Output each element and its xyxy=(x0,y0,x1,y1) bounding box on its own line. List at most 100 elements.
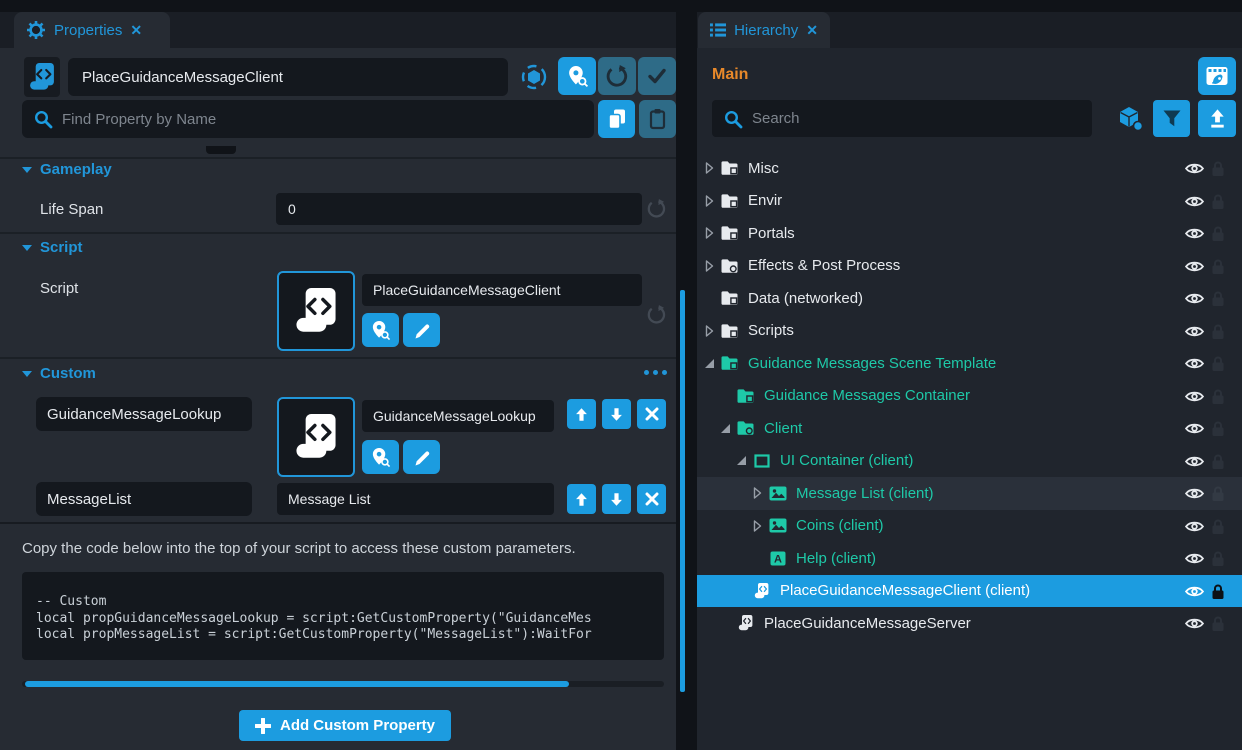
visibility-eye-icon[interactable] xyxy=(1185,455,1204,472)
visibility-eye-icon[interactable] xyxy=(1185,357,1204,374)
tree-row[interactable]: Coins (client) xyxy=(697,510,1242,543)
reset-properties-button[interactable] xyxy=(598,57,636,95)
tree-row[interactable]: Guidance Messages Scene Template xyxy=(697,347,1242,380)
more-options-icon[interactable] xyxy=(644,370,667,375)
tree-row[interactable]: Portals xyxy=(697,217,1242,250)
copy-button[interactable] xyxy=(598,100,635,138)
section-gameplay-title[interactable]: Gameplay xyxy=(40,161,112,178)
section-custom-title[interactable]: Custom xyxy=(40,365,96,382)
tree-row-selected[interactable]: PlaceGuidanceMessageClient (client) xyxy=(697,575,1242,608)
lock-icon[interactable] xyxy=(1211,193,1225,214)
paste-button[interactable] xyxy=(639,100,676,138)
close-icon[interactable]: ✕ xyxy=(806,22,818,39)
visibility-eye-icon[interactable] xyxy=(1185,390,1204,407)
lock-icon[interactable] xyxy=(1211,160,1225,181)
tree-row[interactable]: A Help (client) xyxy=(697,542,1242,575)
expand-arrow-icon[interactable] xyxy=(702,195,716,207)
filter-button[interactable] xyxy=(1153,100,1190,137)
delete-property-button[interactable] xyxy=(637,484,666,514)
tree-row[interactable]: Data (networked) xyxy=(697,282,1242,315)
move-up-button[interactable] xyxy=(567,484,596,514)
visibility-eye-icon[interactable] xyxy=(1185,520,1204,537)
custom-property-value[interactable]: GuidanceMessageLookup xyxy=(362,400,554,432)
visibility-eye-icon[interactable] xyxy=(1185,422,1204,439)
edit-asset-button[interactable] xyxy=(403,440,440,474)
expand-arrow-icon[interactable] xyxy=(750,520,764,532)
custom-asset-slot[interactable] xyxy=(277,397,355,477)
vertical-scrollbar-thumb[interactable] xyxy=(680,290,685,692)
move-up-button[interactable] xyxy=(567,399,596,429)
reset-icon[interactable] xyxy=(647,199,666,218)
section-collapse-icon[interactable] xyxy=(22,167,32,173)
tree-row[interactable]: Effects & Post Process xyxy=(697,250,1242,283)
visibility-eye-icon[interactable] xyxy=(1185,227,1204,244)
edit-script-button[interactable] xyxy=(403,313,440,347)
visibility-eye-icon[interactable] xyxy=(1185,325,1204,342)
tab-hierarchy[interactable]: Hierarchy ✕ xyxy=(698,12,830,48)
reset-icon[interactable] xyxy=(647,305,666,324)
expand-arrow-icon[interactable] xyxy=(702,260,716,272)
horizontal-scrollbar-thumb[interactable] xyxy=(25,681,569,687)
lock-icon[interactable] xyxy=(1211,518,1225,539)
lock-icon[interactable] xyxy=(1211,388,1225,409)
tree-row[interactable]: Client xyxy=(697,412,1242,445)
section-script-title[interactable]: Script xyxy=(40,239,83,256)
collapse-arrow-icon[interactable] xyxy=(702,358,716,369)
lock-icon[interactable] xyxy=(1211,225,1225,246)
lock-icon[interactable] xyxy=(1211,355,1225,376)
apply-button[interactable] xyxy=(638,57,676,95)
tree-row[interactable]: Envir xyxy=(697,185,1242,218)
tree-row[interactable]: PlaceGuidanceMessageServer xyxy=(697,607,1242,640)
networked-objects-icon[interactable] xyxy=(1117,106,1144,132)
script-asset-slot[interactable] xyxy=(277,271,355,351)
lock-icon[interactable] xyxy=(1211,615,1225,636)
expand-arrow-icon[interactable] xyxy=(702,162,716,174)
find-in-scene-button[interactable] xyxy=(558,57,596,95)
lock-icon[interactable] xyxy=(1211,583,1225,604)
move-down-button[interactable] xyxy=(602,484,631,514)
tab-properties[interactable]: Properties ✕ xyxy=(14,12,170,48)
lock-icon[interactable] xyxy=(1211,420,1225,441)
expand-arrow-icon[interactable] xyxy=(702,325,716,337)
lock-icon[interactable] xyxy=(1211,453,1225,474)
object-name-field[interactable] xyxy=(68,58,508,96)
custom-property-name[interactable]: MessageList xyxy=(36,482,252,516)
lock-icon[interactable] xyxy=(1211,290,1225,311)
collapse-arrow-icon[interactable] xyxy=(734,455,748,466)
visibility-eye-icon[interactable] xyxy=(1185,585,1204,602)
script-asset-name[interactable]: PlaceGuidanceMessageClient xyxy=(362,274,642,306)
scene-preview-button[interactable] xyxy=(1198,57,1236,95)
tree-row[interactable]: Guidance Messages Container xyxy=(697,380,1242,413)
lock-icon[interactable] xyxy=(1211,258,1225,279)
tree-row[interactable]: Misc xyxy=(697,152,1242,185)
hierarchy-search-input[interactable] xyxy=(712,100,1092,137)
life-span-input[interactable] xyxy=(276,193,642,225)
export-button[interactable] xyxy=(1198,100,1236,137)
expand-arrow-icon[interactable] xyxy=(750,487,764,499)
tree-row[interactable]: Message List (client) xyxy=(697,477,1242,510)
custom-property-value[interactable]: Message List xyxy=(277,483,554,515)
visibility-eye-icon[interactable] xyxy=(1185,195,1204,212)
lock-icon[interactable] xyxy=(1211,550,1225,571)
visibility-eye-icon[interactable] xyxy=(1185,260,1204,277)
code-snippet-block[interactable]: -- Custom local propGuidanceMessageLooku… xyxy=(22,572,664,660)
horizontal-scrollbar[interactable] xyxy=(22,681,664,687)
lock-icon[interactable] xyxy=(1211,323,1225,344)
visibility-eye-icon[interactable] xyxy=(1185,162,1204,179)
section-collapse-icon[interactable] xyxy=(22,245,32,251)
delete-property-button[interactable] xyxy=(637,399,666,429)
find-asset-button[interactable] xyxy=(362,440,399,474)
close-icon[interactable]: ✕ xyxy=(130,22,142,39)
expand-arrow-icon[interactable] xyxy=(702,227,716,239)
lock-icon[interactable] xyxy=(1211,485,1225,506)
section-collapse-icon[interactable] xyxy=(22,371,32,377)
visibility-eye-icon[interactable] xyxy=(1185,487,1204,504)
tree-row[interactable]: UI Container (client) xyxy=(697,445,1242,478)
visibility-eye-icon[interactable] xyxy=(1185,292,1204,309)
move-down-button[interactable] xyxy=(602,399,631,429)
visibility-eye-icon[interactable] xyxy=(1185,552,1204,569)
find-script-button[interactable] xyxy=(362,313,399,347)
find-property-input[interactable] xyxy=(22,100,594,138)
custom-property-name[interactable]: GuidanceMessageLookup xyxy=(36,397,252,431)
collapse-arrow-icon[interactable] xyxy=(718,423,732,434)
